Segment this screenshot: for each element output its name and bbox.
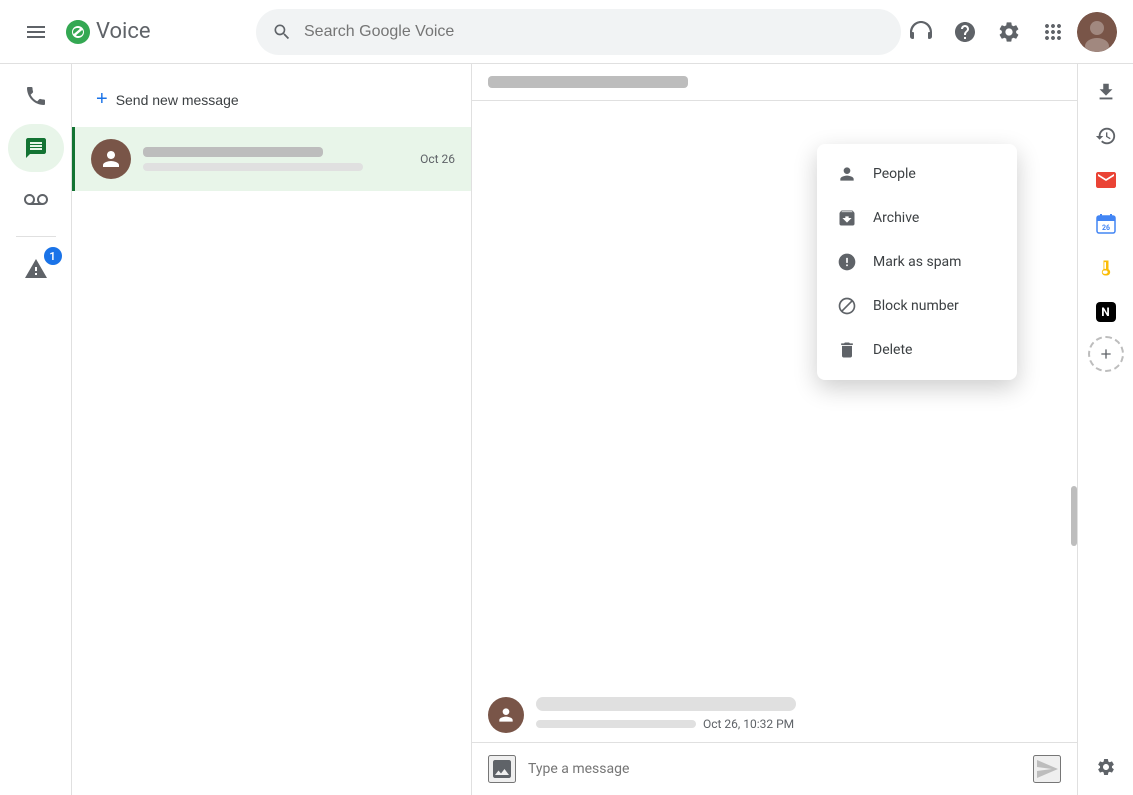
- block-icon: [837, 296, 857, 316]
- user-avatar-button[interactable]: [1077, 12, 1117, 52]
- message-bubble: [536, 697, 796, 711]
- archive-icon: [837, 208, 857, 228]
- message-timestamp: Oct 26, 10:32 PM: [703, 717, 794, 731]
- message-content: Oct 26, 10:32 PM: [536, 697, 1061, 731]
- context-menu: People Archive Mark as spam: [817, 144, 1017, 380]
- conversation-item[interactable]: Oct 26: [72, 127, 471, 191]
- header-left: Voice: [16, 12, 256, 52]
- hamburger-button[interactable]: [16, 12, 56, 52]
- message-group: Oct 26, 10:32 PM: [488, 697, 1061, 733]
- conversation-name: [143, 147, 323, 157]
- scrollbar-track: [1069, 101, 1077, 742]
- image-button[interactable]: [488, 755, 516, 783]
- menu-item-block[interactable]: Block number: [817, 284, 1017, 328]
- menu-label-block: Block number: [873, 298, 959, 314]
- right-panel: 26 N: [1077, 64, 1133, 795]
- conversation-avatar: [91, 139, 131, 179]
- notion-icon: N: [1096, 302, 1116, 322]
- chat-input-area: [472, 742, 1077, 795]
- person-icon: [837, 164, 857, 184]
- history-button[interactable]: [1086, 116, 1126, 156]
- conversation-preview: [143, 163, 363, 171]
- conversation-time: Oct 26: [420, 152, 455, 166]
- keep-button[interactable]: [1086, 248, 1126, 288]
- right-panel-bottom: [1086, 747, 1126, 795]
- headset-button[interactable]: [901, 12, 941, 52]
- report-icon: [837, 252, 857, 272]
- new-message-button[interactable]: + Send new message: [88, 80, 247, 119]
- apps-button[interactable]: [1033, 12, 1073, 52]
- message-avatar: [488, 697, 524, 733]
- message-meta-text: [536, 720, 696, 728]
- download-button[interactable]: [1086, 72, 1126, 112]
- delete-icon: [837, 340, 857, 360]
- sidebar-item-messages[interactable]: [8, 124, 64, 172]
- menu-item-spam[interactable]: Mark as spam: [817, 240, 1017, 284]
- sidebar-item-spam[interactable]: 1: [8, 245, 64, 293]
- menu-item-people[interactable]: People: [817, 152, 1017, 196]
- sidebar-item-calls[interactable]: [8, 72, 64, 120]
- spam-badge: 1: [44, 247, 62, 265]
- chat-contact-name: [488, 76, 688, 88]
- chat-panel: Oct 26, 10:32 PM: [472, 64, 1077, 795]
- message-input[interactable]: [528, 761, 1021, 777]
- menu-item-archive[interactable]: Archive: [817, 196, 1017, 240]
- notion-button[interactable]: N: [1086, 292, 1126, 332]
- messages-list-header: + Send new message: [72, 64, 471, 127]
- menu-label-spam: Mark as spam: [873, 254, 961, 270]
- settings-button[interactable]: [989, 12, 1029, 52]
- voice-logo: Voice: [64, 18, 151, 46]
- sidebar: 1: [0, 64, 72, 795]
- add-app-button[interactable]: [1088, 336, 1124, 372]
- avatar: [1077, 12, 1117, 52]
- header-right: [901, 12, 1117, 52]
- calendar-button[interactable]: 26: [1086, 204, 1126, 244]
- search-bar: [256, 9, 901, 55]
- scrollbar-thumb[interactable]: [1071, 486, 1077, 546]
- send-button[interactable]: [1033, 755, 1061, 783]
- menu-label-delete: Delete: [873, 342, 912, 358]
- message-meta: Oct 26, 10:32 PM: [536, 717, 1061, 731]
- chat-header: [472, 64, 1077, 101]
- search-icon: [272, 22, 292, 42]
- svg-text:26: 26: [1101, 224, 1109, 232]
- help-button[interactable]: [945, 12, 985, 52]
- app-title: Voice: [96, 19, 151, 44]
- panel-settings-button[interactable]: [1086, 747, 1126, 787]
- header: Voice: [0, 0, 1133, 64]
- gmail-button[interactable]: [1086, 160, 1126, 200]
- menu-label-people: People: [873, 166, 916, 182]
- search-input[interactable]: [304, 23, 885, 41]
- menu-item-delete[interactable]: Delete: [817, 328, 1017, 372]
- plus-icon: +: [96, 88, 108, 111]
- conversation-info: [143, 147, 412, 171]
- new-message-label: Send new message: [116, 92, 239, 108]
- sidebar-divider: [16, 236, 56, 237]
- main-content: 1 + Send new message Oct 26: [0, 64, 1133, 795]
- messages-list-panel: + Send new message Oct 26: [72, 64, 472, 795]
- menu-label-archive: Archive: [873, 210, 919, 226]
- sidebar-item-voicemail[interactable]: [8, 176, 64, 224]
